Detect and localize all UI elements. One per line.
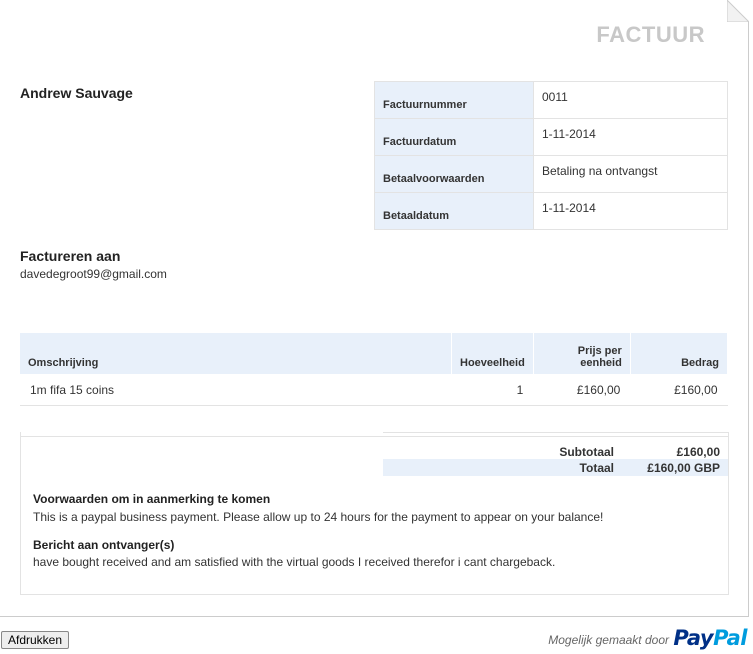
meta-value: 1-11-2014 <box>533 192 728 230</box>
bill-to-email: davedegroot99@gmail.com <box>20 267 167 281</box>
meta-row: Betaaldatum 1-11-2014 <box>374 192 728 230</box>
bill-to-heading: Factureren aan <box>20 248 121 264</box>
col-description: Omschrijving <box>20 333 452 374</box>
powered-by-text: Mogelijk gemaakt door <box>548 633 669 647</box>
col-unit-price: Prijs per eenheid <box>533 333 631 374</box>
total-row: Totaal £160,00 GBP <box>383 459 728 476</box>
meta-label: Betaaldatum <box>374 192 534 230</box>
print-button[interactable]: Afdrukken <box>1 631 70 649</box>
table-row: 1m fifa 15 coins 1 £160,00 £160,00 <box>20 374 728 406</box>
page-fold-corner <box>727 0 749 22</box>
terms-text: This is a paypal business payment. Pleas… <box>33 510 604 524</box>
col-quantity: Hoeveelheid <box>451 333 534 374</box>
total-value: £160,00 GBP <box>622 459 728 476</box>
meta-value: 1-11-2014 <box>533 118 728 156</box>
meta-label: Betaalvoorwaarden <box>374 155 534 193</box>
meta-label: Factuurdatum <box>374 118 534 156</box>
meta-label: Factuurnummer <box>374 81 534 119</box>
item-description: 1m fifa 15 coins <box>20 374 452 406</box>
line-items-table: Omschrijving Hoeveelheid Prijs per eenhe… <box>20 333 729 437</box>
message-text: have bought received and am satisfied wi… <box>33 555 556 569</box>
terms-heading: Voorwaarden om in aanmerking te komen <box>33 492 271 506</box>
meta-value: 0011 <box>533 81 728 119</box>
paypal-logo: PayPal <box>673 626 747 650</box>
item-quantity: 1 <box>451 374 534 406</box>
subtotal-value: £160,00 <box>622 432 728 459</box>
message-heading: Bericht aan ontvanger(s) <box>33 538 175 552</box>
invoice-title: FACTUUR <box>596 22 705 47</box>
meta-row: Factuurnummer 0011 <box>374 81 728 119</box>
item-unit-price: £160,00 <box>533 374 631 406</box>
total-label: Totaal <box>383 459 622 476</box>
subtotal-row: Subtotaal £160,00 <box>383 432 728 459</box>
invoice-page: FACTUUR Andrew Sauvage Factuurnummer 001… <box>0 0 749 617</box>
subtotal-label: Subtotaal <box>383 432 622 459</box>
meta-row: Betaalvoorwaarden Betaling na ontvangst <box>374 155 728 193</box>
col-amount: Bedrag <box>630 333 729 374</box>
totals-table: Subtotaal £160,00 Totaal £160,00 GBP <box>383 432 728 476</box>
invoice-meta-table: Factuurnummer 0011 Factuurdatum 1-11-201… <box>374 81 728 230</box>
sender-name: Andrew Sauvage <box>20 85 133 101</box>
item-amount: £160,00 <box>630 374 728 406</box>
meta-value: Betaling na ontvangst <box>533 155 728 193</box>
items-header-row: Omschrijving Hoeveelheid Prijs per eenhe… <box>20 333 729 374</box>
meta-row: Factuurdatum 1-11-2014 <box>374 118 728 156</box>
totals-section: Subtotaal £160,00 Totaal £160,00 GBP Voo… <box>20 432 729 595</box>
